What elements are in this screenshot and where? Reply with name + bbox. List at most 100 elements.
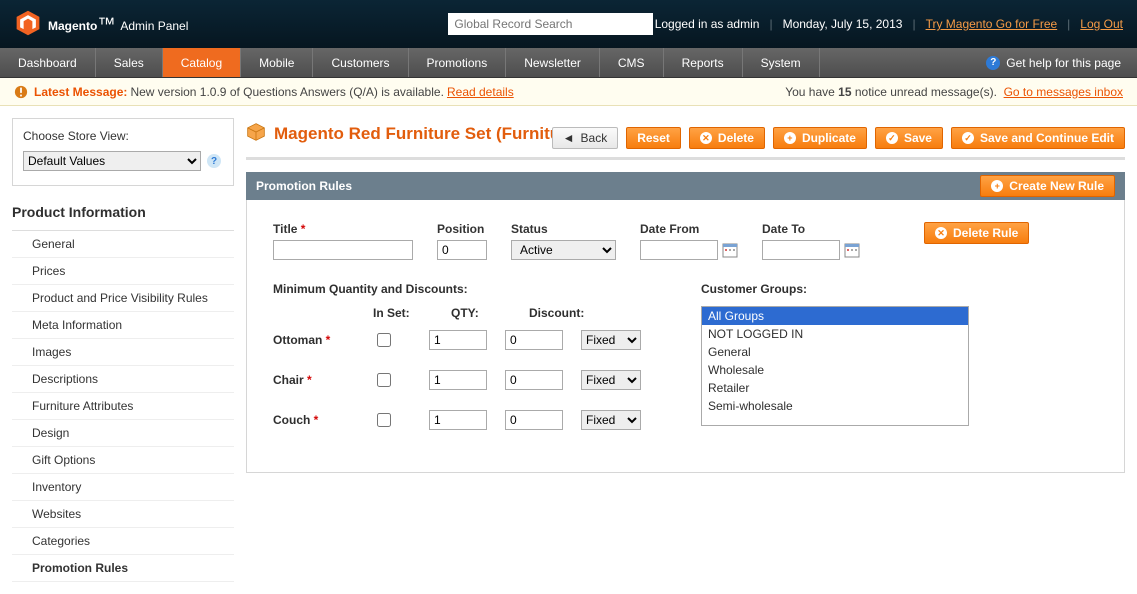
- notice-count-text: You have 15 notice unread message(s). Go…: [785, 85, 1123, 99]
- discount-row: Chair * Fixed: [273, 370, 641, 390]
- nav-system[interactable]: System: [743, 48, 820, 77]
- section-body: Title * Position Status Active Date From: [246, 200, 1125, 473]
- tab-descriptions[interactable]: Descriptions: [12, 366, 234, 393]
- help-hint-icon[interactable]: ?: [207, 154, 221, 168]
- row-name: Couch *: [273, 413, 355, 427]
- logged-in-text: Logged in as admin: [655, 17, 760, 31]
- section-title: Promotion Rules: [256, 179, 352, 193]
- page-title: Magento Red Furniture Set (Furniture): [274, 124, 582, 144]
- header-bar: Magento™ Admin Panel Logged in as admin …: [0, 0, 1137, 48]
- notice-bar: Latest Message: New version 1.0.9 of Que…: [0, 78, 1137, 106]
- store-view-box: Choose Store View: Default Values ?: [12, 118, 234, 186]
- discount-type-select[interactable]: Fixed: [581, 410, 641, 430]
- in-set-checkbox[interactable]: [377, 373, 391, 387]
- help-icon: ?: [986, 56, 1000, 70]
- rule-status-select[interactable]: Active: [511, 240, 616, 260]
- reset-button[interactable]: Reset: [626, 127, 681, 149]
- date-from-input[interactable]: [640, 240, 718, 260]
- tab-websites[interactable]: Websites: [12, 501, 234, 528]
- store-view-select[interactable]: Default Values: [23, 151, 201, 171]
- group-option[interactable]: General: [702, 343, 968, 361]
- group-option[interactable]: All Groups: [702, 307, 968, 325]
- store-view-label: Choose Store View:: [23, 129, 223, 143]
- row-name: Ottoman *: [273, 333, 355, 347]
- nav-dashboard[interactable]: Dashboard: [0, 48, 96, 77]
- logo: Magento™ Admin Panel: [14, 9, 188, 40]
- global-search-input[interactable]: [448, 13, 653, 35]
- plus-icon: +: [784, 132, 796, 144]
- nav-cms[interactable]: CMS: [600, 48, 664, 77]
- date-to-input[interactable]: [762, 240, 840, 260]
- try-magento-link[interactable]: Try Magento Go for Free: [926, 17, 1058, 31]
- discount-input[interactable]: [505, 370, 563, 390]
- tab-design[interactable]: Design: [12, 420, 234, 447]
- section-header: Promotion Rules + Create New Rule: [246, 172, 1125, 200]
- tab-images[interactable]: Images: [12, 339, 234, 366]
- discounts-area: Minimum Quantity and Discounts: In Set: …: [273, 282, 641, 450]
- tab-inventory[interactable]: Inventory: [12, 474, 234, 501]
- header-date: Monday, July 15, 2013: [783, 17, 903, 31]
- logout-link[interactable]: Log Out: [1080, 17, 1123, 31]
- rule-position-input[interactable]: [437, 240, 487, 260]
- discount-input[interactable]: [505, 410, 563, 430]
- group-option[interactable]: Retailer: [702, 379, 968, 397]
- warning-icon: [14, 85, 28, 99]
- nav-sales[interactable]: Sales: [96, 48, 163, 77]
- group-option[interactable]: Wholesale: [702, 361, 968, 379]
- create-rule-button[interactable]: + Create New Rule: [980, 175, 1115, 197]
- group-option[interactable]: Semi-wholesale: [702, 397, 968, 415]
- in-set-checkbox[interactable]: [377, 333, 391, 347]
- delete-x-icon: ✕: [700, 132, 712, 144]
- date-from-label: Date From: [640, 222, 738, 236]
- delete-x-icon: ✕: [935, 227, 947, 239]
- tab-meta-information[interactable]: Meta Information: [12, 312, 234, 339]
- nav-newsletter[interactable]: Newsletter: [506, 48, 600, 77]
- nav-help[interactable]: ?Get help for this page: [986, 48, 1137, 77]
- sidebar: Choose Store View: Default Values ? Prod…: [12, 118, 234, 582]
- qty-input[interactable]: [429, 370, 487, 390]
- tab-furniture-attributes[interactable]: Furniture Attributes: [12, 393, 234, 420]
- nav-reports[interactable]: Reports: [664, 48, 743, 77]
- calendar-icon[interactable]: [844, 242, 860, 258]
- delete-button[interactable]: ✕ Delete: [689, 127, 765, 149]
- content-area: Magento Red Furniture Set (Furniture) ◄ …: [246, 118, 1125, 582]
- group-option[interactable]: NOT LOGGED IN: [702, 325, 968, 343]
- tab-promotion-rules[interactable]: Promotion Rules: [12, 555, 234, 582]
- nav-mobile[interactable]: Mobile: [241, 48, 313, 77]
- plus-icon: +: [991, 180, 1003, 192]
- nav-catalog[interactable]: Catalog: [163, 48, 241, 77]
- date-to-label: Date To: [762, 222, 860, 236]
- nav-customers[interactable]: Customers: [313, 48, 408, 77]
- messages-inbox-link[interactable]: Go to messages inbox: [1004, 85, 1123, 99]
- duplicate-button[interactable]: + Duplicate: [773, 127, 867, 149]
- tab-categories[interactable]: Categories: [12, 528, 234, 555]
- discounts-header: In Set: QTY: Discount:: [273, 306, 641, 320]
- tab-prices[interactable]: Prices: [12, 258, 234, 285]
- tab-gift-options[interactable]: Gift Options: [12, 447, 234, 474]
- qty-input[interactable]: [429, 330, 487, 350]
- qty-input[interactable]: [429, 410, 487, 430]
- read-details-link[interactable]: Read details: [447, 85, 514, 99]
- save-button[interactable]: ✓ Save: [875, 127, 943, 149]
- calendar-icon[interactable]: [722, 242, 738, 258]
- discount-type-select[interactable]: Fixed: [581, 330, 641, 350]
- magento-icon: [14, 9, 42, 40]
- row-name: Chair *: [273, 373, 355, 387]
- check-icon: ✓: [962, 132, 974, 144]
- title-label: Title *: [273, 222, 413, 236]
- back-button[interactable]: ◄ Back: [552, 127, 619, 149]
- main-nav: DashboardSalesCatalogMobileCustomersProm…: [0, 48, 1137, 78]
- in-set-checkbox[interactable]: [377, 413, 391, 427]
- customer-groups-list[interactable]: All GroupsNOT LOGGED INGeneralWholesaleR…: [701, 306, 969, 426]
- status-label: Status: [511, 222, 616, 236]
- tab-general[interactable]: General: [12, 231, 234, 258]
- customer-groups-area: Customer Groups: All GroupsNOT LOGGED IN…: [701, 282, 1098, 450]
- discounts-title: Minimum Quantity and Discounts:: [273, 282, 641, 296]
- tab-product-and-price-visibility-rules[interactable]: Product and Price Visibility Rules: [12, 285, 234, 312]
- nav-promotions[interactable]: Promotions: [409, 48, 507, 77]
- rule-title-input[interactable]: [273, 240, 413, 260]
- delete-rule-button[interactable]: ✕ Delete Rule: [924, 222, 1029, 244]
- discount-input[interactable]: [505, 330, 563, 350]
- save-continue-button[interactable]: ✓ Save and Continue Edit: [951, 127, 1125, 149]
- discount-type-select[interactable]: Fixed: [581, 370, 641, 390]
